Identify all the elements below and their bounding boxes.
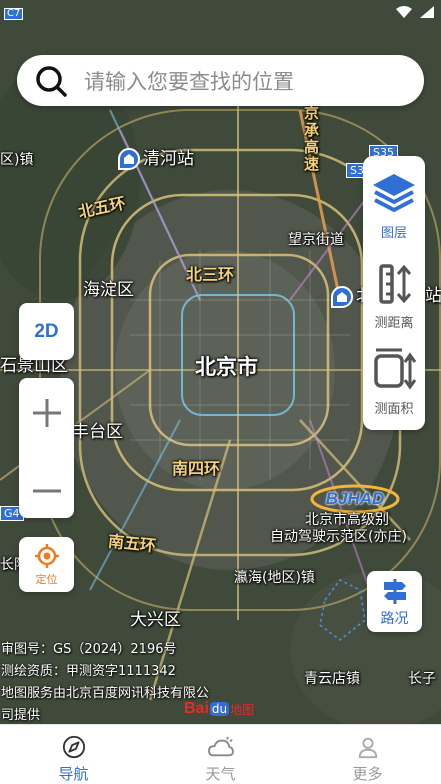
baidu-logo-du: du — [209, 702, 230, 716]
view-mode-toggle[interactable]: 2D — [19, 303, 74, 360]
map-label-qinghe-station: 清河站 — [143, 149, 194, 169]
tab-weather-label: 天气 — [205, 765, 236, 783]
map-label-beijing-city: 北京市 — [195, 355, 258, 379]
traffic-button[interactable]: 路况 — [367, 571, 422, 632]
status-bar — [0, 0, 441, 28]
map-label-autodrive-zone-line1: 北京市高级别 — [305, 512, 389, 528]
zoom-in-button[interactable] — [19, 378, 74, 448]
bottom-tab-bar: 导航 天气 更多 — [0, 724, 441, 784]
measure-distance-label: 测距离 — [374, 316, 414, 331]
map-label-nanwuhuan: 南五环 — [107, 531, 157, 556]
baidu-logo-ditu: 地图 — [230, 702, 255, 717]
layers-button[interactable]: 图层 — [363, 170, 425, 256]
zoom-out-button[interactable] — [19, 456, 74, 526]
copyright-line: 审图号：GS（2024）2196号 — [1, 642, 177, 657]
tab-navigation-label: 导航 — [58, 765, 89, 783]
measure-area-label: 测面积 — [374, 402, 414, 417]
map-label-autodrive-zone-line2: 自动驾驶示范区(亦庄) — [270, 529, 407, 545]
measure-area-button[interactable]: 测面积 — [363, 346, 425, 432]
search-placeholder: 请输入您要查找的位置 — [84, 69, 294, 94]
layers-icon — [373, 174, 415, 212]
map-tools-panel: 图层 测距离 测面积 — [363, 156, 425, 430]
map-label-qingyundian: 青云店镇 — [304, 671, 360, 687]
traffic-icon — [383, 578, 406, 604]
status-icons — [395, 5, 435, 19]
locate-icon — [34, 543, 59, 568]
baidu-map-logo: Bai du 地图 — [184, 700, 254, 718]
more-icon — [358, 737, 377, 759]
map-label-haidian: 海淀区 — [83, 280, 134, 300]
copyright-line: 地图服务由北京百度网讯科技有限公 — [1, 686, 210, 701]
map-copyright: 审图号：GS（2024）2196号 测绘资质：甲测资字1111342 地图服务由… — [1, 639, 209, 727]
map-label-jingcheng-expressway: 京承高速 — [302, 105, 320, 173]
weather-icon — [207, 736, 234, 757]
station-marker[interactable] — [118, 148, 140, 170]
measure-distance-button[interactable]: 测距离 — [363, 260, 425, 346]
tab-more[interactable]: 更多 — [294, 725, 441, 784]
tab-weather[interactable]: 天气 — [147, 725, 294, 784]
signal-icon — [420, 6, 434, 18]
tab-navigation[interactable]: 导航 — [0, 725, 147, 784]
map-label-yinghai: 瀛海(地区)镇 — [234, 570, 315, 586]
measure-distance-icon — [379, 264, 412, 304]
measure-area-icon — [374, 348, 417, 390]
map-label-nansihuan: 南四环 — [172, 459, 221, 478]
map-label-daxing: 大兴区 — [130, 610, 181, 630]
layers-label: 图层 — [380, 226, 407, 241]
baidu-logo-bai: Bai — [184, 700, 209, 717]
tab-more-label: 更多 — [352, 765, 383, 783]
traffic-label: 路况 — [380, 610, 409, 627]
navigation-icon — [62, 735, 85, 759]
map-label-partial: 站 — [425, 286, 441, 306]
map-label-partial: 长子 — [408, 671, 436, 687]
plus-icon — [32, 399, 61, 427]
map-label-fengtai: 丰台区 — [72, 422, 123, 442]
locate-label: 定位 — [35, 572, 58, 586]
map-label-partial: 区)镇 — [0, 152, 34, 168]
map-label-shijingshan: 石景山区 — [0, 356, 68, 376]
bjhad-logo-text: BJHAD — [325, 489, 385, 508]
wifi-icon — [396, 6, 412, 18]
copyright-line: 测绘资质：甲测资字1111342 — [1, 664, 176, 679]
search-icon — [36, 65, 67, 97]
search-input[interactable]: 请输入您要查找的位置 — [17, 55, 424, 106]
zoom-controls — [19, 378, 74, 518]
station-marker[interactable] — [331, 286, 353, 308]
map-label-beisanhuan: 北三环 — [186, 265, 235, 284]
locate-button[interactable]: 定位 — [19, 537, 74, 592]
bjhad-logo[interactable]: BJHAD — [310, 484, 400, 514]
map-label-wangjing: 望京街道 — [288, 232, 344, 248]
minus-icon — [32, 489, 61, 493]
